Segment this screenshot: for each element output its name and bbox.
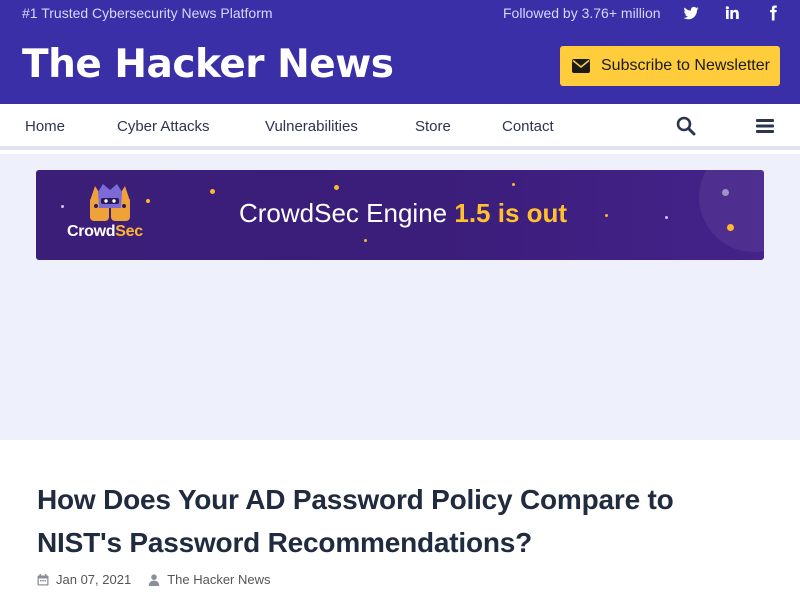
subscribe-button[interactable]: Subscribe to Newsletter [560,46,780,86]
calendar-icon [37,573,49,586]
nav-item-store[interactable]: Store [415,118,451,135]
banner-dot [61,205,64,208]
nav-item-contact[interactable]: Contact [502,118,554,135]
banner-dot [727,224,734,231]
banner-dot [605,214,608,217]
twitter-icon[interactable] [682,4,700,22]
nav-item-cyber-attacks[interactable]: Cyber Attacks [117,118,210,135]
site-tagline: #1 Trusted Cybersecurity News Platform [22,5,273,21]
banner-dot [334,185,339,190]
envelope-icon [572,59,590,73]
top-bar: #1 Trusted Cybersecurity News Platform F… [0,0,800,27]
article: How Does Your AD Password Policy Compare… [0,440,800,600]
banner-dot [364,239,367,242]
banner-dot [722,189,729,196]
headline-prefix: CrowdSec Engine [239,198,448,228]
article-meta: Jan 07, 2021 The Hacker News [37,572,271,587]
nav-item-home[interactable]: Home [25,118,65,135]
article-author[interactable]: The Hacker News [167,572,270,587]
banner-dot [512,183,515,186]
masthead: The Hacker News Subscribe to Newsletter [0,27,800,104]
crowdsec-mascot-icon [88,184,132,224]
banner-decoration [699,170,764,252]
banner-dot [665,216,668,219]
ad-banner[interactable]: CrowdSec CrowdSec Engine 1.5 is out [36,170,764,260]
followers-count: Followed by 3.76+ million [503,5,661,21]
user-icon [148,573,160,586]
headline-highlight: 1.5 is out [454,198,568,228]
nav-item-vulnerabilities[interactable]: Vulnerabilities [265,118,358,135]
article-title[interactable]: How Does Your AD Password Policy Compare… [37,478,737,564]
linkedin-icon[interactable] [723,4,741,22]
crowdsec-brand: CrowdSec [67,223,143,241]
facebook-icon[interactable] [764,4,782,22]
article-author-wrap: The Hacker News [148,572,271,587]
subscribe-label: Subscribe to Newsletter [601,57,770,74]
ad-zone: CrowdSec CrowdSec Engine 1.5 is out [0,154,800,440]
brand-suffix: Sec [115,223,143,240]
menu-icon[interactable] [756,118,774,134]
banner-dot [146,199,150,203]
article-date: Jan 07, 2021 [56,572,132,587]
site-logo[interactable]: The Hacker News [22,41,394,89]
banner-dot [210,189,215,194]
ad-headline: CrowdSec Engine 1.5 is out [239,198,567,229]
brand-prefix: Crowd [67,223,116,240]
main-nav: Home Cyber Attacks Vulnerabilities Store… [0,104,800,150]
search-icon[interactable] [676,116,696,136]
